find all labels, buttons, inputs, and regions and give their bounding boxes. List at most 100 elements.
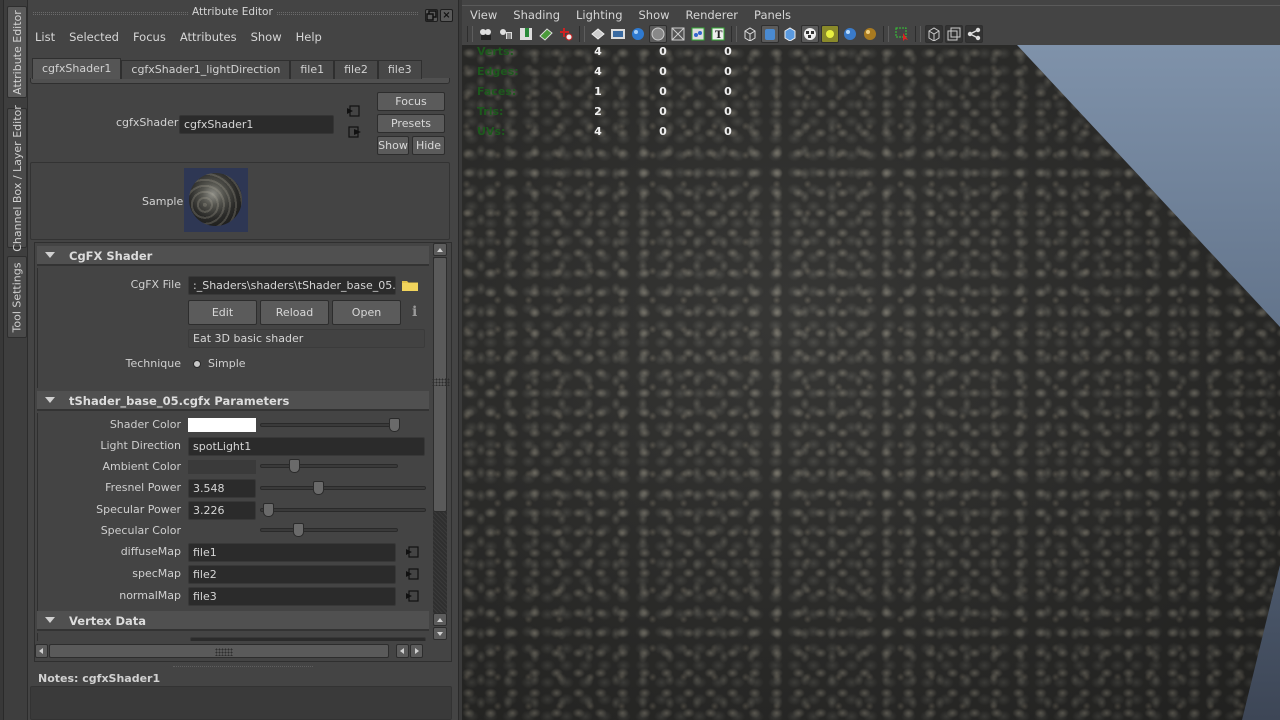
- hide-button[interactable]: Hide: [412, 136, 445, 155]
- panel-title-bar[interactable]: Attribute Editor ×: [28, 4, 458, 22]
- menu-renderer[interactable]: Renderer: [678, 6, 747, 23]
- camera-icon[interactable]: [477, 25, 495, 43]
- menu-focus[interactable]: Focus: [126, 28, 173, 46]
- material-sample-swatch[interactable]: [184, 168, 248, 232]
- presets-button[interactable]: Presets: [377, 114, 445, 133]
- slider-thumb[interactable]: [313, 481, 325, 495]
- specular-color-swatch[interactable]: [188, 524, 256, 538]
- image-plane-icon[interactable]: [537, 25, 555, 43]
- notes-splitter[interactable]: [173, 666, 313, 669]
- map-connection-icon[interactable]: [405, 568, 419, 580]
- section-header-vertex-data[interactable]: Vertex Data: [37, 611, 429, 631]
- folder-icon[interactable]: [402, 279, 418, 291]
- textured-rock-plane[interactable]: [462, 45, 1280, 720]
- isolate-select-icon[interactable]: [893, 25, 911, 43]
- menu-selected[interactable]: Selected: [62, 28, 126, 46]
- resolution-gate-icon[interactable]: [629, 25, 647, 43]
- xray-joints-icon[interactable]: [945, 25, 963, 43]
- specular-power-slider[interactable]: [260, 503, 426, 517]
- menu-lighting[interactable]: Lighting: [568, 6, 630, 23]
- fresnel-power-slider[interactable]: [260, 481, 426, 495]
- smooth-shade-icon[interactable]: [761, 25, 779, 43]
- scroll-left-button-2[interactable]: [396, 644, 409, 658]
- output-connections-icon[interactable]: [348, 126, 362, 138]
- technique-radio[interactable]: [193, 360, 201, 368]
- grid-icon[interactable]: [589, 25, 607, 43]
- tab-file1[interactable]: file1: [290, 60, 335, 79]
- menu-show[interactable]: Show: [631, 6, 678, 23]
- slider-thumb[interactable]: [288, 459, 300, 473]
- vertex-data-field[interactable]: [190, 637, 426, 641]
- scroll-right-button[interactable]: [410, 644, 423, 658]
- edit-button[interactable]: Edit: [188, 300, 257, 325]
- focus-button[interactable]: Focus: [377, 92, 445, 111]
- float-window-button[interactable]: [425, 9, 438, 22]
- open-button[interactable]: Open: [332, 300, 401, 325]
- shader-color-slider[interactable]: [260, 418, 400, 432]
- safe-action-icon[interactable]: [689, 25, 707, 43]
- camera-attributes-icon[interactable]: [497, 25, 515, 43]
- menu-panels[interactable]: Panels: [746, 6, 799, 23]
- menu-view[interactable]: View: [462, 6, 505, 23]
- spec-map-field[interactable]: file2: [188, 565, 396, 584]
- scroll-up-button[interactable]: [433, 243, 447, 256]
- menu-attributes[interactable]: Attributes: [173, 28, 244, 46]
- side-tab-channel-box[interactable]: Channel Box / Layer Editor: [7, 105, 27, 251]
- textured-icon[interactable]: [801, 25, 819, 43]
- film-gate-icon[interactable]: [609, 25, 627, 43]
- technique-option-simple[interactable]: Simple: [208, 357, 246, 370]
- menu-list[interactable]: List: [28, 28, 62, 46]
- side-tab-attribute-editor[interactable]: Attribute Editor: [7, 6, 27, 98]
- light-direction-field[interactable]: spotLight1: [188, 437, 425, 456]
- tab-file3[interactable]: file3: [377, 60, 422, 79]
- menu-help[interactable]: Help: [289, 28, 329, 46]
- specular-color-slider[interactable]: [260, 523, 398, 537]
- field-chart-icon[interactable]: [669, 25, 687, 43]
- slider-thumb[interactable]: [389, 418, 400, 432]
- xray-icon[interactable]: [925, 25, 943, 43]
- ambient-color-swatch[interactable]: [188, 460, 256, 474]
- map-connection-icon[interactable]: [405, 590, 419, 602]
- bookmark-icon[interactable]: [517, 25, 535, 43]
- scroll-track[interactable]: [432, 257, 450, 613]
- scroll-up-button-lower[interactable]: [433, 613, 447, 626]
- scroll-handle[interactable]: [49, 644, 389, 658]
- slider-thumb[interactable]: [292, 523, 304, 537]
- shader-color-swatch[interactable]: [188, 418, 256, 432]
- track-tool-icon[interactable]: [557, 25, 575, 43]
- scroll-down-button[interactable]: [433, 627, 447, 640]
- info-icon[interactable]: i: [412, 304, 417, 320]
- close-panel-button[interactable]: ×: [440, 9, 453, 22]
- wireframe-icon[interactable]: [741, 25, 759, 43]
- ambient-color-slider[interactable]: [260, 459, 398, 473]
- notes-textarea[interactable]: [30, 686, 452, 720]
- menu-shading[interactable]: Shading: [505, 6, 568, 23]
- 3d-viewport[interactable]: Verts: 4 0 0 Edges: 4 0 0 Faces: 1 0 0 T…: [462, 45, 1280, 720]
- high-quality-icon[interactable]: [861, 25, 879, 43]
- hypershade-graph-icon[interactable]: [965, 25, 983, 43]
- fresnel-power-field[interactable]: 3.548: [188, 479, 256, 498]
- tab-light-direction[interactable]: cgfxShader1_lightDirection: [121, 60, 291, 79]
- section-header-cgfx-shader[interactable]: CgFX Shader: [37, 246, 429, 266]
- input-connections-icon[interactable]: [346, 105, 360, 117]
- horizontal-scrollbar[interactable]: [35, 644, 431, 658]
- diffuse-map-field[interactable]: file1: [188, 543, 396, 562]
- scroll-left-button[interactable]: [35, 644, 48, 658]
- safe-title-icon[interactable]: T: [709, 25, 727, 43]
- show-button[interactable]: Show: [377, 136, 409, 155]
- cgfx-file-field[interactable]: :_Shaders\shaders\tShader_base_05.cgfx: [188, 276, 396, 295]
- shadows-icon[interactable]: [841, 25, 859, 43]
- gate-mask-icon[interactable]: [649, 25, 667, 43]
- specular-power-field[interactable]: 3.226: [188, 501, 256, 520]
- use-lights-icon[interactable]: [821, 25, 839, 43]
- tab-file2[interactable]: file2: [334, 60, 378, 79]
- wireframe-on-shaded-icon[interactable]: [781, 25, 799, 43]
- section-header-parameters[interactable]: tShader_base_05.cgfx Parameters: [37, 391, 429, 411]
- menu-show[interactable]: Show: [244, 28, 289, 46]
- reload-button[interactable]: Reload: [260, 300, 329, 325]
- vertical-scrollbar[interactable]: [432, 243, 450, 641]
- scroll-handle[interactable]: [432, 257, 450, 512]
- slider-thumb[interactable]: [262, 503, 274, 517]
- map-connection-icon[interactable]: [405, 546, 419, 558]
- node-name-field[interactable]: cgfxShader1: [179, 115, 334, 134]
